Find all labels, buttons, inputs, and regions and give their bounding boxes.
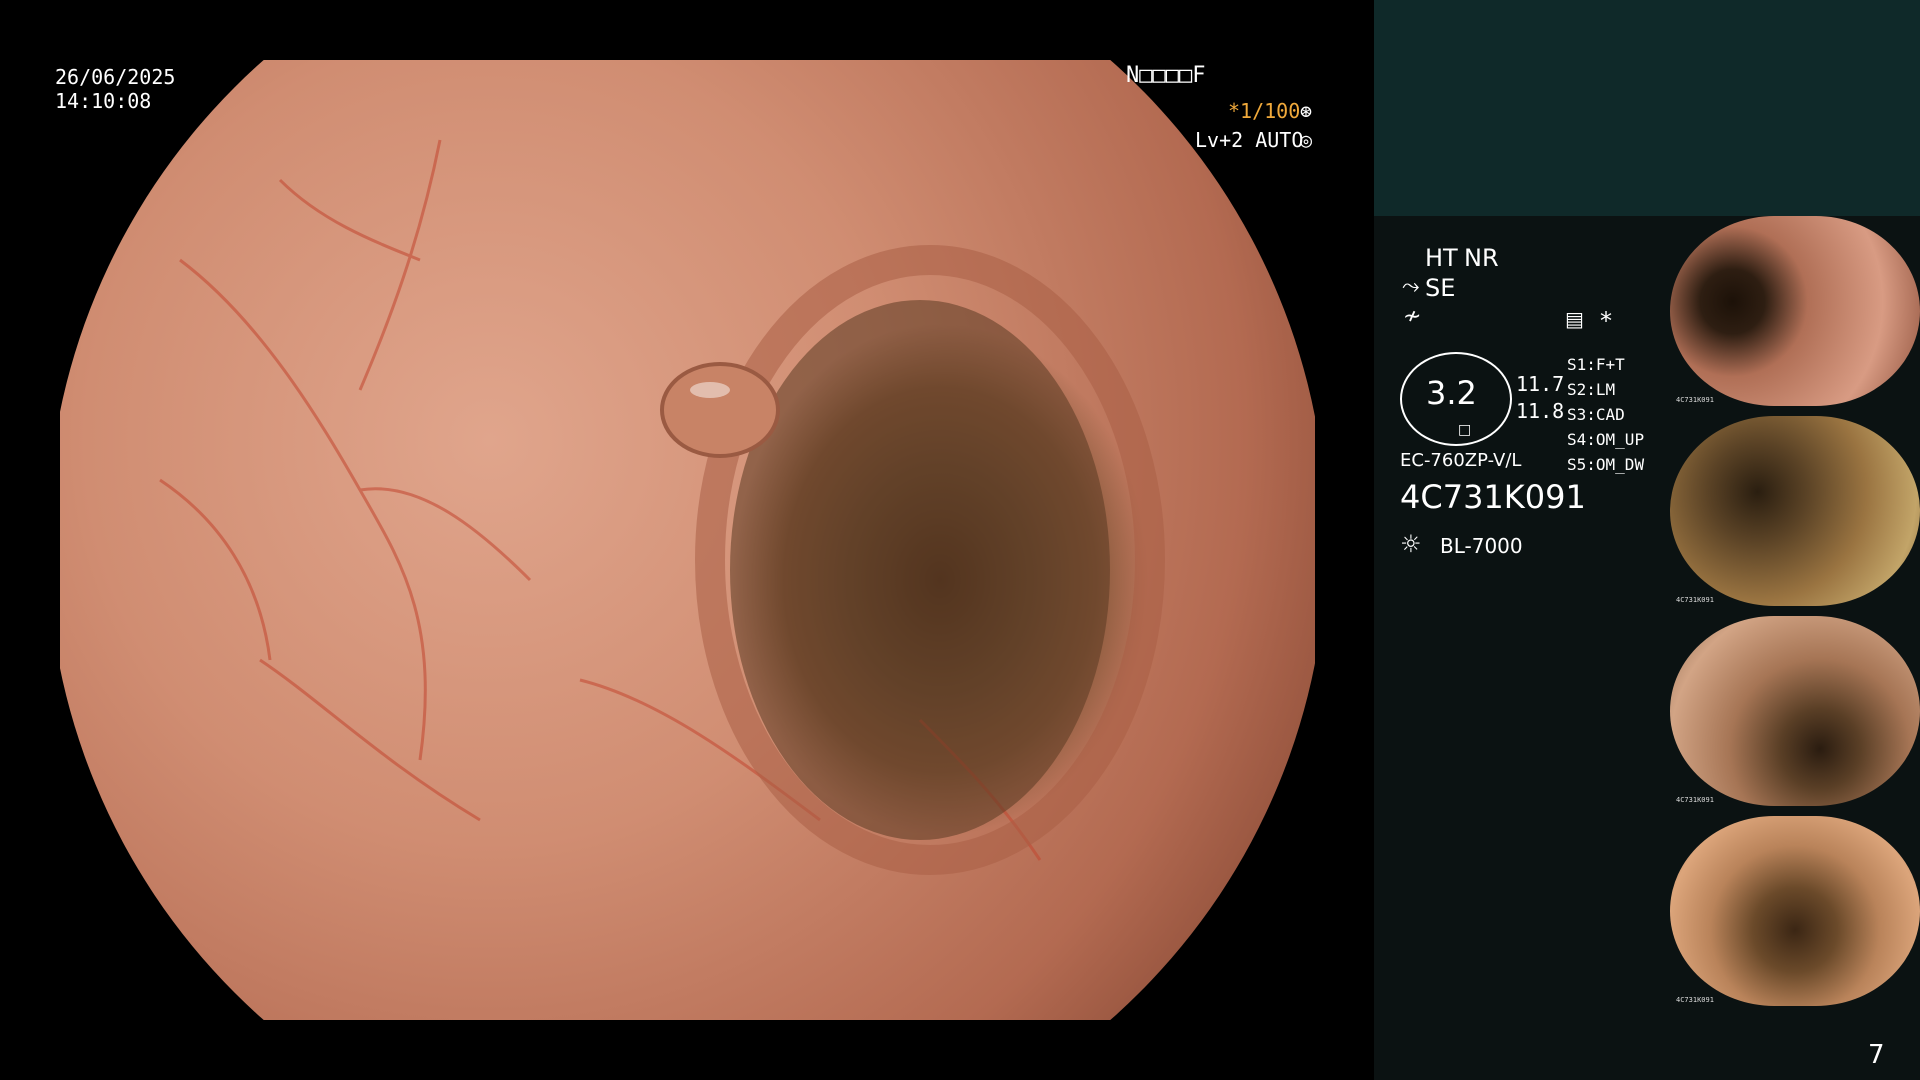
panel-header-band — [1374, 0, 1920, 216]
status-code: N□□□□F — [1126, 63, 1206, 88]
light-source-icon: ☼ — [1400, 530, 1422, 558]
page-number: 7 — [1868, 1040, 1885, 1070]
shutter-icon: ⊛ — [1300, 99, 1313, 123]
switch-item: S5:OM_DW — [1567, 455, 1645, 474]
time-label: 14:10:08 — [55, 89, 152, 113]
scope-serial: 4C731K091 — [1400, 478, 1586, 516]
enhance-icon: ⤳ — [1402, 274, 1420, 299]
settings-icon: ▤ — [1565, 307, 1584, 331]
switch-item: S4:OM_UP — [1567, 430, 1645, 449]
thumbnail-4[interactable]: 4C731K091 — [1670, 816, 1920, 1006]
endoscope-image — [60, 60, 1315, 1020]
thumbnail-2[interactable]: 4C731K091 — [1670, 416, 1920, 606]
thumbnail-1[interactable]: 4C731K091 — [1670, 216, 1920, 406]
se-label: SE — [1425, 274, 1456, 302]
level-label: Lv+2 AUTO — [1195, 128, 1304, 152]
switch-item: S1:F+T — [1567, 355, 1625, 374]
switch-list: S1:F+T S2:LM S3:CAD S4:OM_UP S5:OM_DW — [1567, 352, 1644, 477]
value-a: 11.7 — [1516, 372, 1565, 396]
scope-value: 3.2 — [1426, 374, 1477, 412]
nr-label: NR — [1464, 244, 1499, 272]
switch-item: S3:CAD — [1567, 405, 1625, 424]
thumbnail-3[interactable]: 4C731K091 — [1670, 616, 1920, 806]
scope-model: EC-760ZP-V/L — [1400, 450, 1522, 471]
switch-item: S2:LM — [1567, 380, 1616, 399]
ht-label: HT — [1425, 244, 1458, 272]
light-source-label: BL-7000 — [1440, 534, 1523, 558]
gauge-square-icon: □ — [1458, 422, 1472, 438]
asterisk-mark: * — [1600, 307, 1612, 335]
mucosa-vessels — [159, 139, 1165, 875]
date-label: 26/06/2025 — [55, 65, 176, 89]
auto-icon: ◎ — [1300, 128, 1313, 152]
shutter-speed: *1/100 — [1228, 99, 1301, 123]
freeze-icon: ≁ — [1403, 304, 1422, 329]
value-b: 11.8 — [1516, 399, 1565, 423]
